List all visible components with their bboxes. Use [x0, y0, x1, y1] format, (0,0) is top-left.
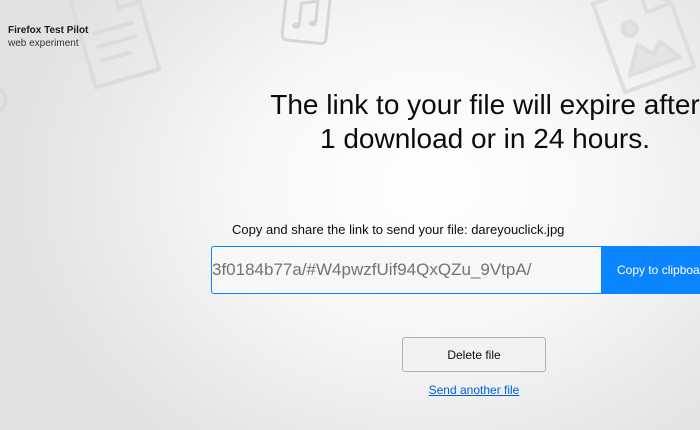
- image-icon: [590, 0, 697, 95]
- music-note-icon: [280, 0, 333, 46]
- brand-subtitle: web experiment: [8, 38, 79, 49]
- share-link-label: Copy and share the link to send your fil…: [232, 222, 565, 237]
- circle-icon: [0, 87, 8, 113]
- share-link-box: Copy to clipboard: [211, 246, 700, 294]
- copy-to-clipboard-button[interactable]: Copy to clipboard: [601, 247, 700, 293]
- expiration-message: The link to your file will expire after …: [230, 88, 700, 156]
- expiration-message-line1: The link to your file will expire after: [270, 89, 700, 120]
- brand-title: Firefox Test Pilot: [8, 25, 89, 36]
- expiration-message-line2: 1 download or in 24 hours.: [320, 123, 650, 154]
- delete-file-button[interactable]: Delete file: [402, 337, 546, 372]
- share-link-input[interactable]: [212, 247, 602, 293]
- brand-logo[interactable]: Firefox Test Pilot web experiment: [8, 24, 88, 50]
- send-another-file-link[interactable]: Send another file: [402, 383, 546, 397]
